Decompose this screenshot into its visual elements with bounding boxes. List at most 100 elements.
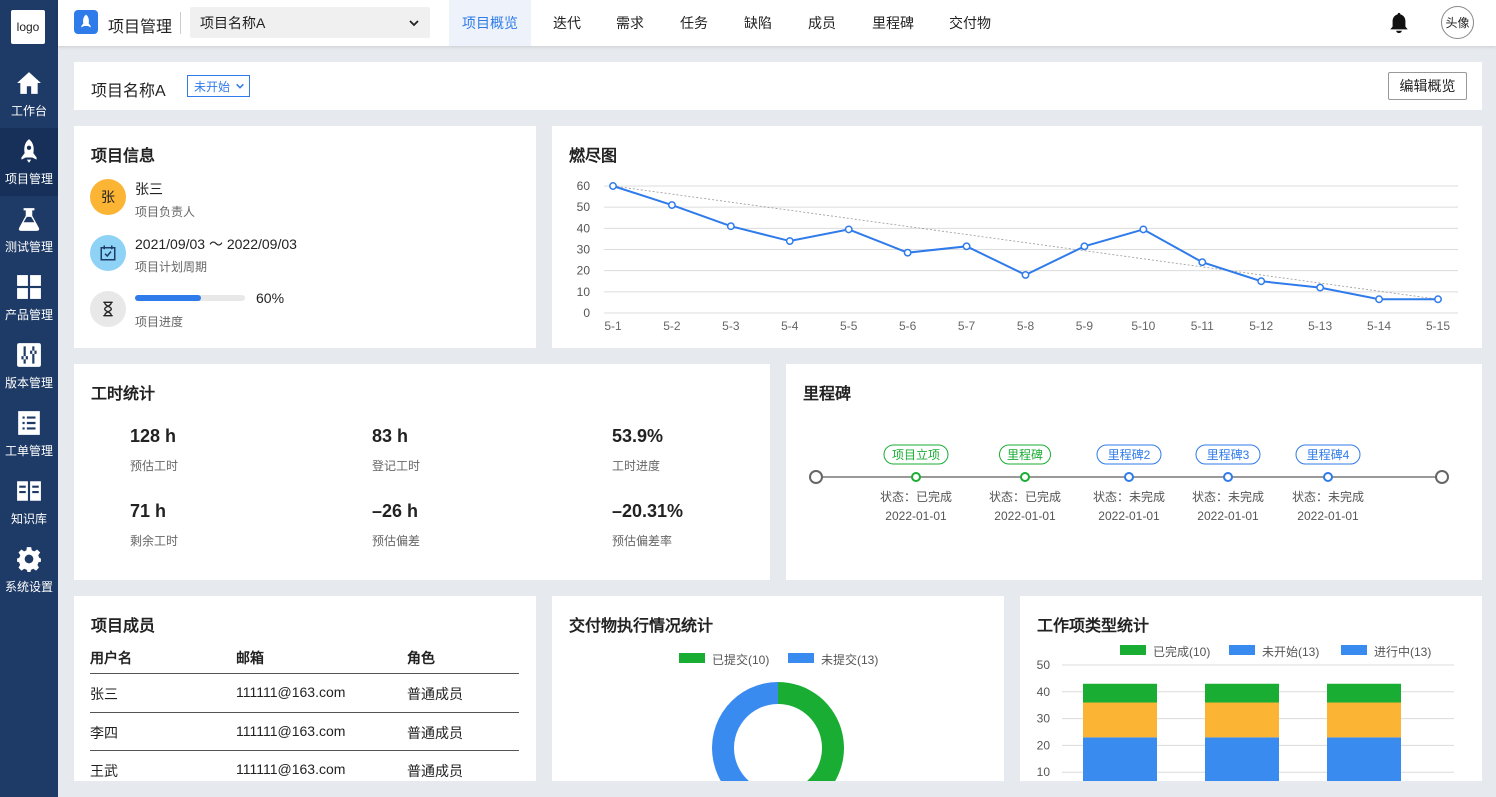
member-username: 王武 xyxy=(90,763,118,779)
member-username: 李四 xyxy=(90,725,118,741)
tab-iteration[interactable]: 迭代 xyxy=(553,0,581,46)
bar-segment xyxy=(1083,702,1157,738)
sidebar-item-product[interactable]: 产品管理 xyxy=(0,264,58,332)
sidebar-item-project[interactable]: 项目管理 xyxy=(0,128,58,196)
progress-label: 项目进度 xyxy=(135,315,184,329)
y-tick-label: 30 xyxy=(577,243,591,257)
bar-segment xyxy=(1327,737,1401,781)
tab-overview[interactable]: 项目概览 xyxy=(449,0,531,46)
sidebar-item-label: 工单管理 xyxy=(4,443,53,458)
data-point xyxy=(726,222,735,231)
project-header: 项目名称A 未开始 编辑概览 xyxy=(74,62,1482,110)
progress-bar xyxy=(135,295,245,301)
tab-defect[interactable]: 缺陷 xyxy=(744,0,772,46)
x-tick-label: 5-2 xyxy=(663,319,681,333)
member-role: 普通成员 xyxy=(407,763,463,779)
x-tick-label: 5-13 xyxy=(1308,319,1332,333)
bar-segment xyxy=(1083,737,1157,781)
data-point xyxy=(1316,283,1325,292)
gear-icon xyxy=(17,546,41,572)
plan-period: 2021/09/03 ～ 2022/09/03 xyxy=(135,236,297,252)
tab-deliverable[interactable]: 交付物 xyxy=(949,0,991,46)
flask-icon xyxy=(18,207,40,231)
y-tick-label: 0 xyxy=(583,306,590,320)
project-name: 项目名称A xyxy=(91,83,166,100)
donut-slice xyxy=(778,682,844,781)
stat-value: –26 h xyxy=(372,501,419,521)
y-tick-label: 50 xyxy=(577,200,591,214)
project-info-card: 项目信息 张 张三 项目负责人 2021/09/03 ～ 2022/09/03 … xyxy=(74,126,536,348)
card-title: 项目信息 xyxy=(91,148,156,165)
column-header: 角色 xyxy=(407,650,435,666)
sidebar-item-version[interactable]: 版本管理 xyxy=(0,332,58,400)
stat-label: 预估偏差 xyxy=(372,534,421,548)
data-point xyxy=(1021,270,1030,279)
milestone-date: 2022-01-01 xyxy=(1297,509,1359,523)
sidebar-item-settings[interactable]: 系统设置 xyxy=(0,536,58,604)
member-email: 111111@163.com xyxy=(236,723,346,739)
calendar-check-icon xyxy=(90,235,126,271)
milestone-dot xyxy=(911,472,921,482)
divider xyxy=(180,12,181,34)
sliders-icon xyxy=(17,342,41,367)
x-tick-label: 5-10 xyxy=(1131,319,1155,333)
sidebar-item-label: 工作台 xyxy=(10,103,47,118)
status-select[interactable]: 未开始 xyxy=(187,75,250,97)
sidebar: logo 工作台 项目管理 测试管理 产品管理 版本管理 工单管理 知识库 系统… xyxy=(0,0,58,797)
milestone-status: 状态：未完成 xyxy=(1292,489,1364,504)
grid-icon xyxy=(17,274,41,299)
burndown-card: 燃尽图 0 10 20 30 40 50 60 5-1 5-2 5-3 5-4 5-5 5-6 5-7 5-… xyxy=(552,126,1482,348)
y-tick-label: 10 xyxy=(1037,765,1051,779)
tab-milestone[interactable]: 里程碑 xyxy=(872,0,914,46)
divider xyxy=(90,712,519,713)
column-header: 用户名 xyxy=(90,650,132,666)
data-point xyxy=(667,201,676,210)
project-select[interactable]: 项目名称A xyxy=(190,7,430,38)
data-point xyxy=(785,237,794,245)
sidebar-item-ticket[interactable]: 工单管理 xyxy=(0,400,58,468)
app-title: 项目管理 xyxy=(108,19,173,36)
stat-value: 71 h xyxy=(130,501,167,521)
x-tick-label: 5-9 xyxy=(1076,319,1094,333)
milestone-status: 状态：未完成 xyxy=(1093,489,1165,504)
tab-member[interactable]: 成员 xyxy=(808,0,836,46)
sidebar-item-workbench[interactable]: 工作台 xyxy=(0,60,58,128)
tab-task[interactable]: 任务 xyxy=(680,0,708,46)
list-icon xyxy=(18,410,40,435)
x-tick-label: 5-3 xyxy=(722,319,740,333)
x-tick-label: 5-5 xyxy=(840,319,858,333)
edit-overview-button[interactable]: 编辑概览 xyxy=(1388,72,1467,100)
worktypes-card: 工作项类型统计 已完成(10) 未开始(13) 进行中(13) 10 20 30 40… xyxy=(1020,596,1482,781)
data-point xyxy=(1139,225,1148,234)
x-tick-label: 5-4 xyxy=(781,319,799,333)
progress-bar-fill xyxy=(135,295,201,301)
sidebar-item-label: 测试管理 xyxy=(4,239,53,254)
milestones-card: 里程碑 项目立项 状态：已完成 2022-01-01 里程碑 状态：已完成 2022-01… xyxy=(786,364,1482,580)
member-email: 111111@163.com xyxy=(236,684,346,700)
stat-label: 工时进度 xyxy=(612,459,661,473)
sidebar-item-knowledge[interactable]: 知识库 xyxy=(0,468,58,536)
sidebar-item-label: 版本管理 xyxy=(4,375,53,390)
stat-label: 剩余工时 xyxy=(130,534,179,548)
x-tick-label: 5-1 xyxy=(604,319,622,333)
data-point xyxy=(1257,277,1266,286)
work-hours-card: 工时统计 128 h 预估工时 83 h 登记工时 53.9% 工时进度 71 … xyxy=(74,364,770,580)
status-value: 未开始 xyxy=(194,79,231,94)
milestone-status: 状态：已完成 xyxy=(989,489,1061,504)
bar-segment xyxy=(1083,683,1157,703)
avatar[interactable]: 头像 xyxy=(1441,6,1474,39)
progress-value: 60% xyxy=(256,290,285,306)
timeline-start xyxy=(809,470,823,484)
sidebar-item-testing[interactable]: 测试管理 xyxy=(0,196,58,264)
stat-label: 预估偏差率 xyxy=(612,534,673,548)
milestone-dot xyxy=(1124,472,1134,482)
timeline-end xyxy=(1435,470,1449,484)
stat-value: –20.31% xyxy=(612,501,684,521)
x-tick-label: 5-15 xyxy=(1426,319,1450,333)
tab-requirement[interactable]: 需求 xyxy=(616,0,644,46)
milestone-status: 状态：未完成 xyxy=(1192,489,1264,504)
ideal-line xyxy=(612,185,1439,300)
deliverables-donut-chart xyxy=(712,682,844,781)
bell-icon[interactable] xyxy=(1388,12,1410,34)
x-tick-label: 5-7 xyxy=(958,319,976,333)
